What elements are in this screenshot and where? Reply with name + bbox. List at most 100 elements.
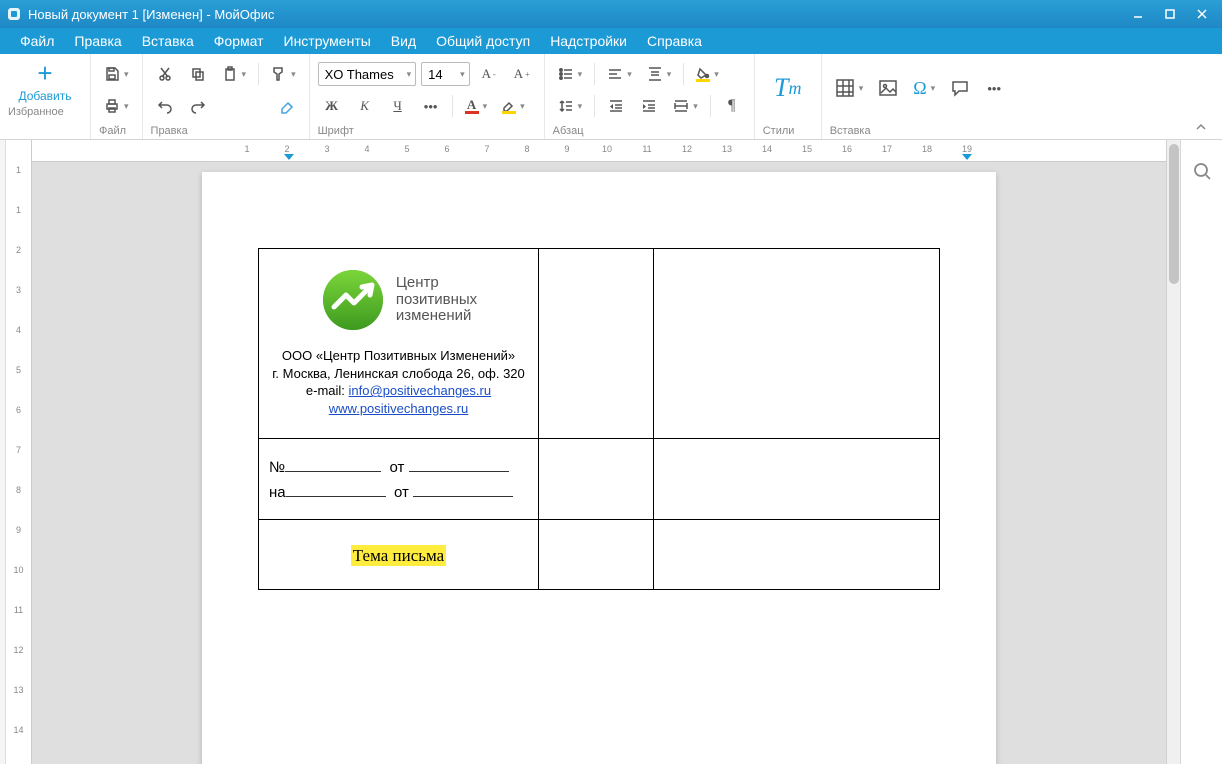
menu-view[interactable]: Вид <box>381 30 426 52</box>
add-favorite-button[interactable]: + Добавить <box>8 60 82 103</box>
fill-color-button[interactable]: ▾ <box>691 60 724 88</box>
org-site-link[interactable]: www.positivechanges.ru <box>329 401 468 416</box>
toolbar-group-paragraph: ▾ ▾ ▾ ▾ ▾ ▾ ¶ <box>545 54 755 139</box>
insert-comment-button[interactable] <box>945 74 975 102</box>
logo-text-3: изменений <box>396 308 477 325</box>
insert-more-button[interactable]: ••• <box>980 74 1008 102</box>
table-cell[interactable] <box>654 439 940 520</box>
vruler-tick: 9 <box>16 510 21 550</box>
vertical-scrollbar[interactable] <box>1166 140 1180 764</box>
table-cell-logo[interactable]: Центр позитивных изменений ООО «Центр По… <box>259 249 539 439</box>
insert-image-button[interactable] <box>873 74 903 102</box>
paste-button[interactable]: ▾ <box>217 60 252 88</box>
vertical-ruler[interactable]: 1 1 2 3 4 5 6 7 8 9 10 11 12 13 14 <box>6 140 32 764</box>
vruler-tick: 5 <box>16 350 21 390</box>
highlight-color-button[interactable]: ▾ <box>497 92 530 120</box>
hruler-num: 3 <box>324 144 329 154</box>
toolbar-group-insert: ▾ Ω▾ ••• Вставка <box>822 54 1016 139</box>
vertical-align-button[interactable]: ▾ <box>642 60 677 88</box>
vruler-tick: 6 <box>16 390 21 430</box>
redo-button[interactable] <box>184 92 212 120</box>
document-page[interactable]: Центр позитивных изменений ООО «Центр По… <box>202 172 996 764</box>
email-label: e-mail: <box>306 383 349 398</box>
increase-indent-button[interactable] <box>635 92 663 120</box>
italic-button[interactable]: К <box>351 92 379 120</box>
favorites-group-label: Избранное <box>8 106 82 118</box>
hruler-num: 4 <box>364 144 369 154</box>
font-name-combo[interactable]: XO Thames▾ <box>318 62 417 86</box>
collapse-ribbon-button[interactable] <box>1192 121 1210 133</box>
insert-symbol-button[interactable]: Ω▾ <box>908 74 940 102</box>
table-cell-numbers[interactable]: № от на от <box>259 439 539 520</box>
bullet-list-button[interactable]: ▾ <box>553 60 588 88</box>
vruler-tick: 14 <box>13 710 23 750</box>
toolbar-group-edit: ▾ ▾ Правка <box>143 54 310 139</box>
menu-file[interactable]: Файл <box>10 30 64 52</box>
styles-group-label: Стили <box>763 125 813 137</box>
align-left-button[interactable]: ▾ <box>602 60 637 88</box>
vruler-tick: 1 <box>16 190 21 230</box>
workspace: 1 1 2 3 4 5 6 7 8 9 10 11 12 13 14 1 2 3… <box>0 140 1222 764</box>
print-button[interactable]: ▾ <box>99 92 134 120</box>
tab-stops-button[interactable]: ▾ <box>668 92 703 120</box>
document-scroll[interactable]: Центр позитивных изменений ООО «Центр По… <box>32 162 1166 764</box>
menu-sharing[interactable]: Общий доступ <box>426 30 540 52</box>
indent-marker[interactable] <box>284 154 294 160</box>
table-cell[interactable] <box>539 520 654 590</box>
menu-addons[interactable]: Надстройки <box>540 30 637 52</box>
decrease-font-button[interactable]: A- <box>475 60 503 88</box>
org-name: ООО «Центр Позитивных Изменений» <box>269 347 528 365</box>
right-indent-marker[interactable] <box>962 154 972 160</box>
hruler-num: 13 <box>722 144 732 154</box>
menu-format[interactable]: Формат <box>204 30 274 52</box>
copy-button[interactable] <box>184 60 212 88</box>
cut-button[interactable] <box>151 60 179 88</box>
menu-edit[interactable]: Правка <box>64 30 131 52</box>
letter-subject-highlighted[interactable]: Тема письма <box>351 545 446 566</box>
more-font-button[interactable]: ••• <box>417 92 445 120</box>
hruler-num: 1 <box>244 144 249 154</box>
search-panel-button[interactable] <box>1187 156 1217 186</box>
format-painter-button[interactable]: ▾ <box>266 60 301 88</box>
close-button[interactable] <box>1188 4 1216 24</box>
hruler-num: 9 <box>564 144 569 154</box>
save-button[interactable]: ▾ <box>99 60 134 88</box>
underline-button[interactable]: Ч <box>384 92 412 120</box>
table-cell[interactable] <box>654 520 940 590</box>
decrease-indent-button[interactable] <box>602 92 630 120</box>
hruler-num: 18 <box>922 144 932 154</box>
undo-button[interactable] <box>151 92 179 120</box>
font-size-combo[interactable]: 14▾ <box>421 62 470 86</box>
maximize-button[interactable] <box>1156 4 1184 24</box>
insert-table-button[interactable]: ▾ <box>830 74 869 102</box>
logo-icon <box>320 267 386 333</box>
org-address: г. Москва, Ленинская слобода 26, оф. 320 <box>269 365 528 383</box>
menu-insert[interactable]: Вставка <box>132 30 204 52</box>
org-email-link[interactable]: info@positivechanges.ru <box>349 383 492 398</box>
toolbar-group-styles: Tт Стили <box>755 54 822 139</box>
line-spacing-button[interactable]: ▾ <box>553 92 588 120</box>
clear-format-button[interactable] <box>273 92 301 120</box>
table-cell[interactable] <box>654 249 940 439</box>
hruler-num: 17 <box>882 144 892 154</box>
increase-font-button[interactable]: A+ <box>508 60 536 88</box>
show-marks-button[interactable]: ¶ <box>718 92 746 120</box>
scrollbar-thumb[interactable] <box>1169 144 1179 284</box>
menu-tools[interactable]: Инструменты <box>274 30 381 52</box>
table-cell-subject[interactable]: Тема письма <box>259 520 539 590</box>
ot-label: от <box>389 459 404 476</box>
menu-help[interactable]: Справка <box>637 30 712 52</box>
vruler-tick: 10 <box>13 550 23 590</box>
horizontal-ruler[interactable]: 1 2 3 4 5 6 7 8 9 10 11 12 13 14 15 16 1… <box>32 140 1166 162</box>
titlebar: Новый документ 1 [Изменен] - МойОфис <box>0 0 1222 28</box>
minimize-button[interactable] <box>1124 4 1152 24</box>
table-cell[interactable] <box>539 249 654 439</box>
hruler-num: 15 <box>802 144 812 154</box>
number-label: № <box>269 459 285 476</box>
table-cell[interactable] <box>539 439 654 520</box>
font-color-button[interactable]: A ▾ <box>460 92 493 120</box>
styles-button[interactable]: Tт <box>763 60 813 116</box>
bold-button[interactable]: Ж <box>318 92 346 120</box>
vruler-tick: 13 <box>13 670 23 710</box>
document-table[interactable]: Центр позитивных изменений ООО «Центр По… <box>258 248 940 590</box>
